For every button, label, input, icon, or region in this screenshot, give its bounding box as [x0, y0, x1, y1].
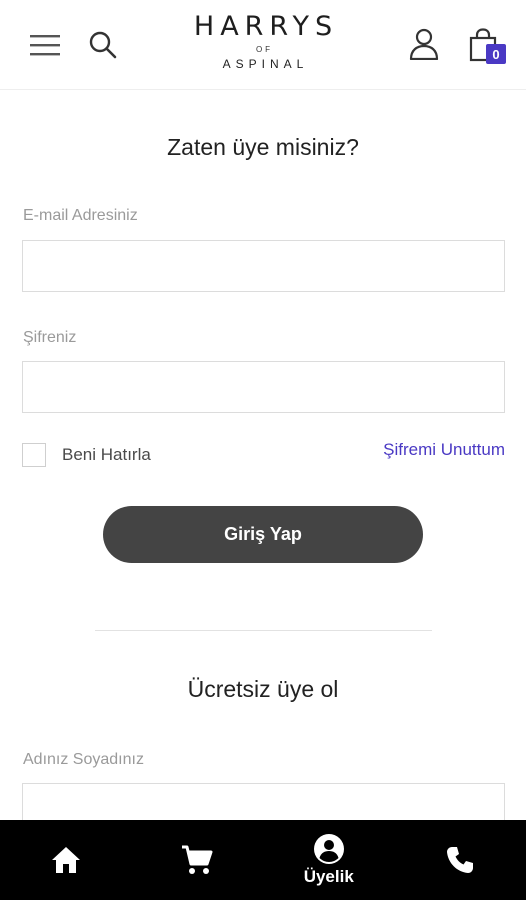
cart-icon	[182, 845, 213, 874]
nav-home[interactable]	[0, 820, 132, 900]
section-divider	[95, 630, 432, 631]
search-icon	[89, 31, 117, 59]
logo-main-text: HARRYS	[193, 11, 339, 42]
nav-membership-label: Üyelik	[303, 867, 354, 886]
login-button[interactable]: Giriş Yap	[103, 506, 423, 563]
cart-button[interactable]: 0	[462, 22, 508, 68]
logo-sub-text: ASPINAL	[222, 57, 309, 71]
full-name-label: Adınız Soyadınız	[23, 751, 144, 768]
menu-button[interactable]	[26, 26, 64, 64]
register-section-title: Ücretsiz üye ol	[187, 676, 339, 702]
nav-phone[interactable]	[395, 820, 526, 900]
phone-icon	[447, 847, 474, 873]
bottom-navigation: Üyelik	[0, 820, 526, 900]
remember-me-checkbox[interactable]	[22, 443, 46, 467]
email-label: E-mail Adresiniz	[23, 207, 138, 224]
remember-me-label: Beni Hatırla	[62, 445, 151, 464]
nav-membership[interactable]: Üyelik	[263, 820, 395, 900]
account-button[interactable]	[404, 24, 444, 64]
login-section-title: Zaten üye misiniz?	[167, 134, 359, 160]
home-icon	[51, 847, 80, 873]
cart-count-badge: 0	[486, 44, 506, 64]
password-field[interactable]	[22, 361, 505, 413]
password-label: Şifreniz	[23, 329, 77, 346]
email-field[interactable]	[22, 240, 505, 292]
brand-logo[interactable]: HARRYS OF ASPINAL	[163, 12, 363, 78]
remember-me-row: Beni Hatırla	[22, 443, 151, 467]
app-header: HARRYS OF ASPINAL 0	[0, 0, 526, 90]
user-icon	[409, 28, 439, 60]
forgot-password-link[interactable]: Şifremi Unuttum	[383, 440, 505, 460]
account-circle-icon	[313, 834, 344, 864]
nav-cart[interactable]	[132, 820, 264, 900]
search-button[interactable]	[84, 26, 122, 64]
hamburger-menu-icon	[30, 35, 60, 56]
logo-of-text: OF	[255, 45, 274, 54]
